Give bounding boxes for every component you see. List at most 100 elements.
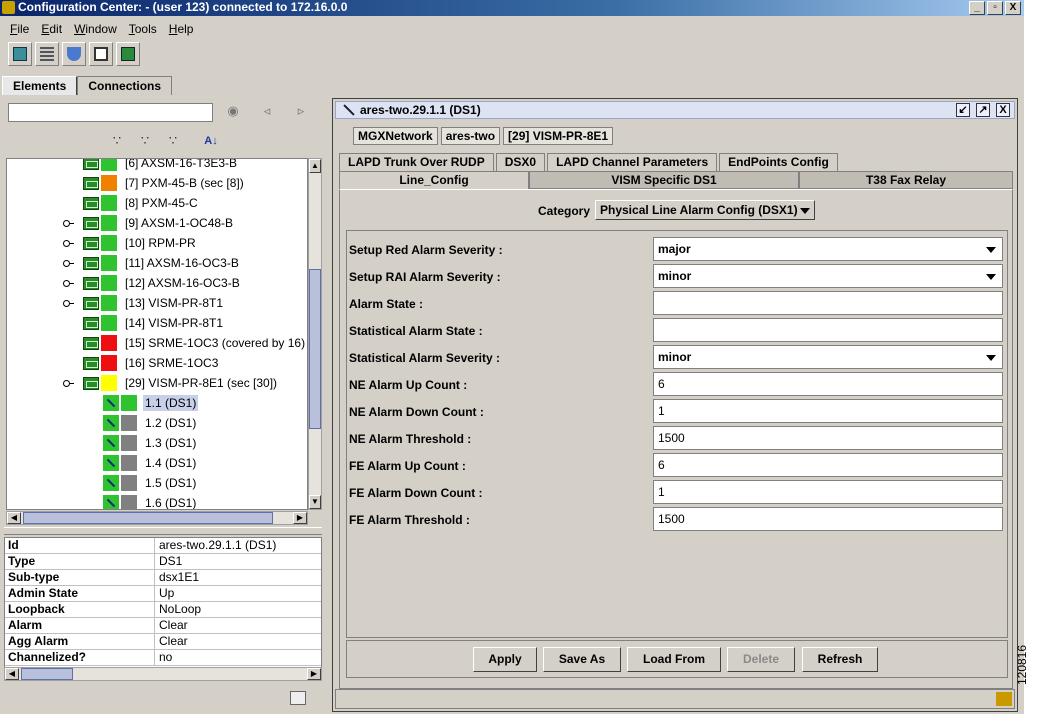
cube-button[interactable] [8, 42, 32, 66]
tree-row[interactable]: [11] AXSM-16-OC3-B [63, 253, 241, 273]
menu-file[interactable]: File [4, 20, 35, 40]
tree-expand-icon[interactable]: ∵ [136, 133, 154, 149]
tree-row[interactable]: [15] SRME-1OC3 (covered by 16) [83, 333, 307, 353]
close-button[interactable]: X [1005, 1, 1021, 15]
tab-lapd-trunk[interactable]: LAPD Trunk Over RUDP [339, 153, 494, 171]
menu-window[interactable]: Window [68, 20, 123, 40]
element-tree[interactable]: [6] AXSM-16-T3E3-B [7] PXM-45-B (sec [8])… [6, 158, 308, 510]
expand-node-icon[interactable] [63, 279, 74, 287]
tree-row[interactable]: 1.4 (DS1) [103, 453, 198, 473]
properties-settings-icon[interactable] [290, 691, 306, 705]
value-field[interactable] [653, 291, 1003, 315]
tree-collapse-icon[interactable]: ∵ [164, 133, 182, 149]
expand-node-icon[interactable] [63, 299, 74, 307]
scroll-thumb[interactable] [23, 512, 273, 524]
tree-row[interactable]: [10] RPM-PR [63, 233, 198, 253]
field-label: NE Alarm Up Count : [349, 378, 468, 392]
tree-row[interactable]: [16] SRME-1OC3 [83, 353, 220, 373]
tree-row[interactable]: 1.5 (DS1) [103, 473, 198, 493]
tree-vertical-scrollbar[interactable]: ▲ ▼ [308, 158, 322, 510]
save-as-button[interactable]: Save As [543, 647, 621, 672]
binoculars-icon[interactable]: ◉ [224, 103, 242, 119]
panel-close-icon[interactable]: X [996, 103, 1010, 117]
tab-elements[interactable]: Elements [2, 76, 78, 95]
scroll-right-icon[interactable]: ▶ [293, 512, 307, 524]
load-from-button[interactable]: Load From [627, 647, 721, 672]
tree-row[interactable]: [14] VISM-PR-8T1 [83, 313, 225, 333]
shield-button[interactable] [62, 42, 86, 66]
tab-vism-specific[interactable]: VISM Specific DS1 [529, 171, 799, 189]
status-bar [335, 689, 1015, 709]
tree-row[interactable]: 1.6 (DS1) [103, 493, 198, 509]
breadcrumb-card[interactable]: [29] VISM-PR-8E1 [503, 127, 614, 145]
category-select[interactable]: Physical Line Alarm Config (DSX1) [595, 200, 815, 220]
maximize-button[interactable]: ▫ [987, 1, 1003, 15]
tab-connections[interactable]: Connections [77, 76, 173, 95]
breadcrumb-network[interactable]: MGXNetwork [353, 127, 438, 145]
field-value: major [658, 242, 691, 256]
delete-button[interactable]: Delete [727, 647, 795, 672]
value-field[interactable]: 1 [653, 399, 1003, 423]
tree-horizontal-scrollbar[interactable]: ◀ ▶ [6, 511, 308, 525]
tree-row[interactable]: [7] PXM-45-B (sec [8]) [83, 173, 246, 193]
value-field[interactable]: 6 [653, 453, 1003, 477]
menu-edit[interactable]: Edit [35, 20, 68, 40]
scroll-right-icon[interactable]: ▶ [307, 668, 321, 680]
tab-line-config[interactable]: Line_Config [339, 171, 529, 189]
menu-help[interactable]: Help [163, 20, 200, 40]
tab-t38-fax[interactable]: T38 Fax Relay [799, 171, 1013, 189]
severity-select[interactable]: minor [653, 345, 1003, 369]
severity-select[interactable]: minor [653, 264, 1003, 288]
tree-row[interactable]: [12] AXSM-16-OC3-B [63, 273, 242, 293]
value-field[interactable]: 1500 [653, 426, 1003, 450]
pane-splitter[interactable] [4, 527, 322, 535]
tree-row[interactable]: 1.3 (DS1) [103, 433, 198, 453]
tree-filter-icon[interactable]: ∵ [108, 133, 126, 149]
scroll-up-icon[interactable]: ▲ [309, 159, 321, 173]
sort-az-icon[interactable]: A↓ [202, 133, 220, 149]
edit-pen-icon[interactable] [996, 692, 1012, 706]
tab-endpoints-config[interactable]: EndPoints Config [719, 153, 838, 171]
shelf-button[interactable] [35, 42, 59, 66]
panel-restore-icon[interactable]: ↗ [976, 103, 990, 117]
breadcrumb-node[interactable]: ares-two [440, 127, 501, 145]
scroll-thumb[interactable] [21, 668, 73, 680]
value-field[interactable] [653, 318, 1003, 342]
search-input[interactable] [8, 103, 213, 122]
tab-dsx0[interactable]: DSX0 [495, 153, 546, 171]
copy-button[interactable] [89, 42, 113, 66]
scroll-thumb[interactable] [309, 269, 321, 429]
line-icon [103, 495, 119, 509]
tree-row[interactable]: [8] PXM-45-C [83, 193, 200, 213]
properties-horizontal-scrollbar[interactable]: ◀ ▶ [4, 667, 322, 681]
tree-row[interactable]: 1.2 (DS1) [103, 413, 198, 433]
value-field[interactable]: 1 [653, 480, 1003, 504]
panel-minimize-icon[interactable]: ↙ [956, 103, 970, 117]
apply-button[interactable]: Apply [473, 647, 537, 672]
expand-node-icon[interactable] [63, 219, 74, 227]
expand-node-icon[interactable] [63, 239, 74, 247]
find-next-icon[interactable]: ▹ [292, 103, 310, 119]
chevron-down-icon [986, 355, 996, 361]
expand-node-icon[interactable] [63, 379, 74, 387]
value-field[interactable]: 1500 [653, 507, 1003, 531]
refresh-button[interactable]: Refresh [802, 647, 878, 672]
value-field[interactable]: 6 [653, 372, 1003, 396]
scroll-down-icon[interactable]: ▼ [309, 495, 321, 509]
severity-select[interactable]: major [653, 237, 1003, 261]
export-button[interactable] [116, 42, 140, 66]
menu-tools[interactable]: Tools [123, 20, 163, 40]
tree-row[interactable]: [9] AXSM-1-OC48-B [63, 213, 235, 233]
tree-row[interactable]: [29] VISM-PR-8E1 (sec [30]) [63, 373, 279, 393]
tab-lapd-channel[interactable]: LAPD Channel Parameters [547, 153, 718, 171]
tree-row[interactable]: 1.1 (DS1) [103, 393, 199, 413]
scroll-left-icon[interactable]: ◀ [5, 668, 19, 680]
property-row: Type DS1 [5, 554, 321, 570]
tree-row[interactable]: [6] AXSM-16-T3E3-B [83, 159, 239, 173]
expand-node-icon[interactable] [63, 259, 74, 267]
minimize-button[interactable]: _ [969, 1, 985, 15]
scroll-left-icon[interactable]: ◀ [7, 512, 21, 524]
tree-row-label: [16] SRME-1OC3 [125, 356, 219, 370]
find-previous-icon[interactable]: ◃ [258, 103, 276, 119]
tree-row[interactable]: [13] VISM-PR-8T1 [63, 293, 225, 313]
